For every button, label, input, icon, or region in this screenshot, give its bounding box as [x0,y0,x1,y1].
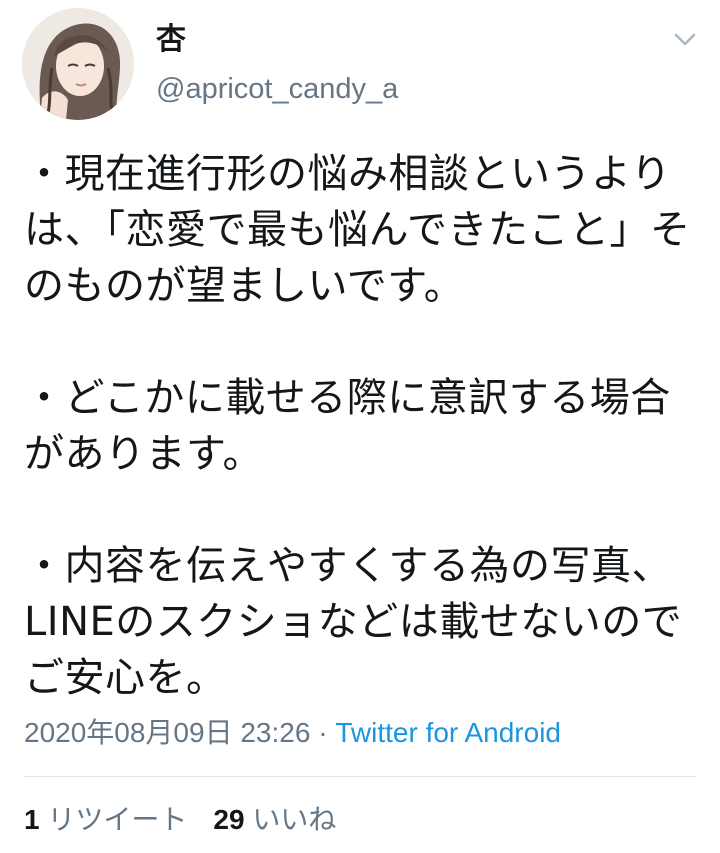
timestamp[interactable]: 2020年08月09日 23:26 [24,717,310,748]
tweet-meta: 2020年08月09日 23:26 · Twitter for Android [24,714,561,752]
like-count: 29 [213,804,245,835]
meta-separator: · [310,717,336,748]
display-name[interactable]: 杏 [156,20,186,60]
user-handle[interactable]: @apricot_candy_a [156,70,398,108]
retweets-stat[interactable]: 1 リツイート [24,800,187,840]
divider [24,776,696,777]
avatar-illustration [22,8,134,120]
avatar[interactable] [22,8,134,120]
like-label: いいね [252,804,337,835]
tweet: 杏 @apricot_candy_a ・現在進行形の悩み相談というよりは、「恋愛… [0,0,720,853]
tweet-text: ・現在進行形の悩み相談というよりは、「恋愛で最も悩んできたこと」そのものが望まし… [24,151,691,701]
likes-stat[interactable]: 29 いいね [213,800,336,840]
retweet-label: リツイート [47,804,188,835]
engagement-stats: 1 リツイート 29 いいね [24,800,336,840]
source-link[interactable]: Twitter for Android [335,717,561,748]
retweet-count: 1 [24,804,40,835]
chevron-down-icon[interactable] [668,26,702,54]
